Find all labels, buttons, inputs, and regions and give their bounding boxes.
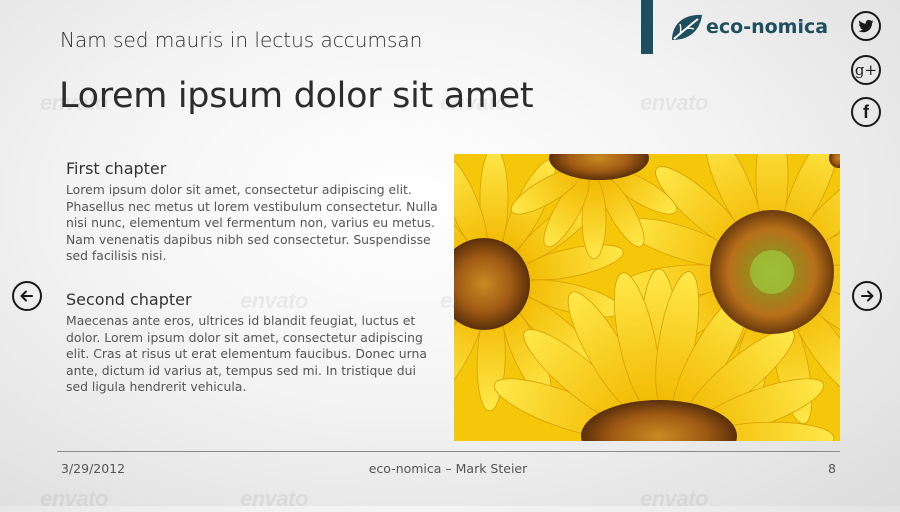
previous-slide-button[interactable] bbox=[12, 281, 42, 311]
watermark: envato bbox=[40, 486, 108, 511]
chapter-body: Maecenas ante eros, ultrices id blandit … bbox=[66, 313, 427, 395]
arrow-right-icon bbox=[861, 290, 874, 302]
chapter-heading: Second chapter bbox=[66, 290, 192, 309]
footer-divider bbox=[57, 451, 840, 452]
chapter-heading: First chapter bbox=[66, 159, 167, 178]
brand-name: eco-nomica bbox=[706, 16, 829, 38]
facebook-icon: f bbox=[863, 102, 869, 122]
page-number: 8 bbox=[828, 461, 836, 476]
google-plus-icon: g+ bbox=[854, 60, 878, 79]
chapter-section: First chapter Lorem ipsum dolor sit amet… bbox=[66, 159, 438, 265]
brand-logo: eco-nomica bbox=[668, 11, 828, 43]
slide-subtitle: Nam sed mauris in lectus accumsan bbox=[60, 28, 423, 52]
footer-date: 3/29/2012 bbox=[61, 461, 126, 476]
google-plus-button[interactable]: g+ bbox=[851, 55, 881, 85]
chapter-body: Lorem ipsum dolor sit amet, consectetur … bbox=[66, 182, 438, 264]
twitter-button[interactable] bbox=[851, 11, 881, 41]
brand-accent-bar bbox=[641, 0, 653, 54]
facebook-button[interactable]: f bbox=[851, 97, 881, 127]
chapter-section: Second chapter Maecenas ante eros, ultri… bbox=[66, 290, 438, 396]
watermark: envato bbox=[240, 486, 308, 511]
watermark: envato bbox=[640, 486, 708, 511]
next-slide-button[interactable] bbox=[852, 281, 882, 311]
footer-author: eco-nomica – Mark Steier bbox=[368, 461, 528, 476]
watermark: envato bbox=[640, 90, 708, 115]
arrow-left-icon bbox=[20, 290, 33, 302]
sunflower-image bbox=[454, 154, 840, 441]
leaf-icon bbox=[672, 14, 702, 40]
twitter-icon bbox=[858, 19, 874, 33]
slide-title: Lorem ipsum dolor sit amet bbox=[59, 76, 534, 116]
